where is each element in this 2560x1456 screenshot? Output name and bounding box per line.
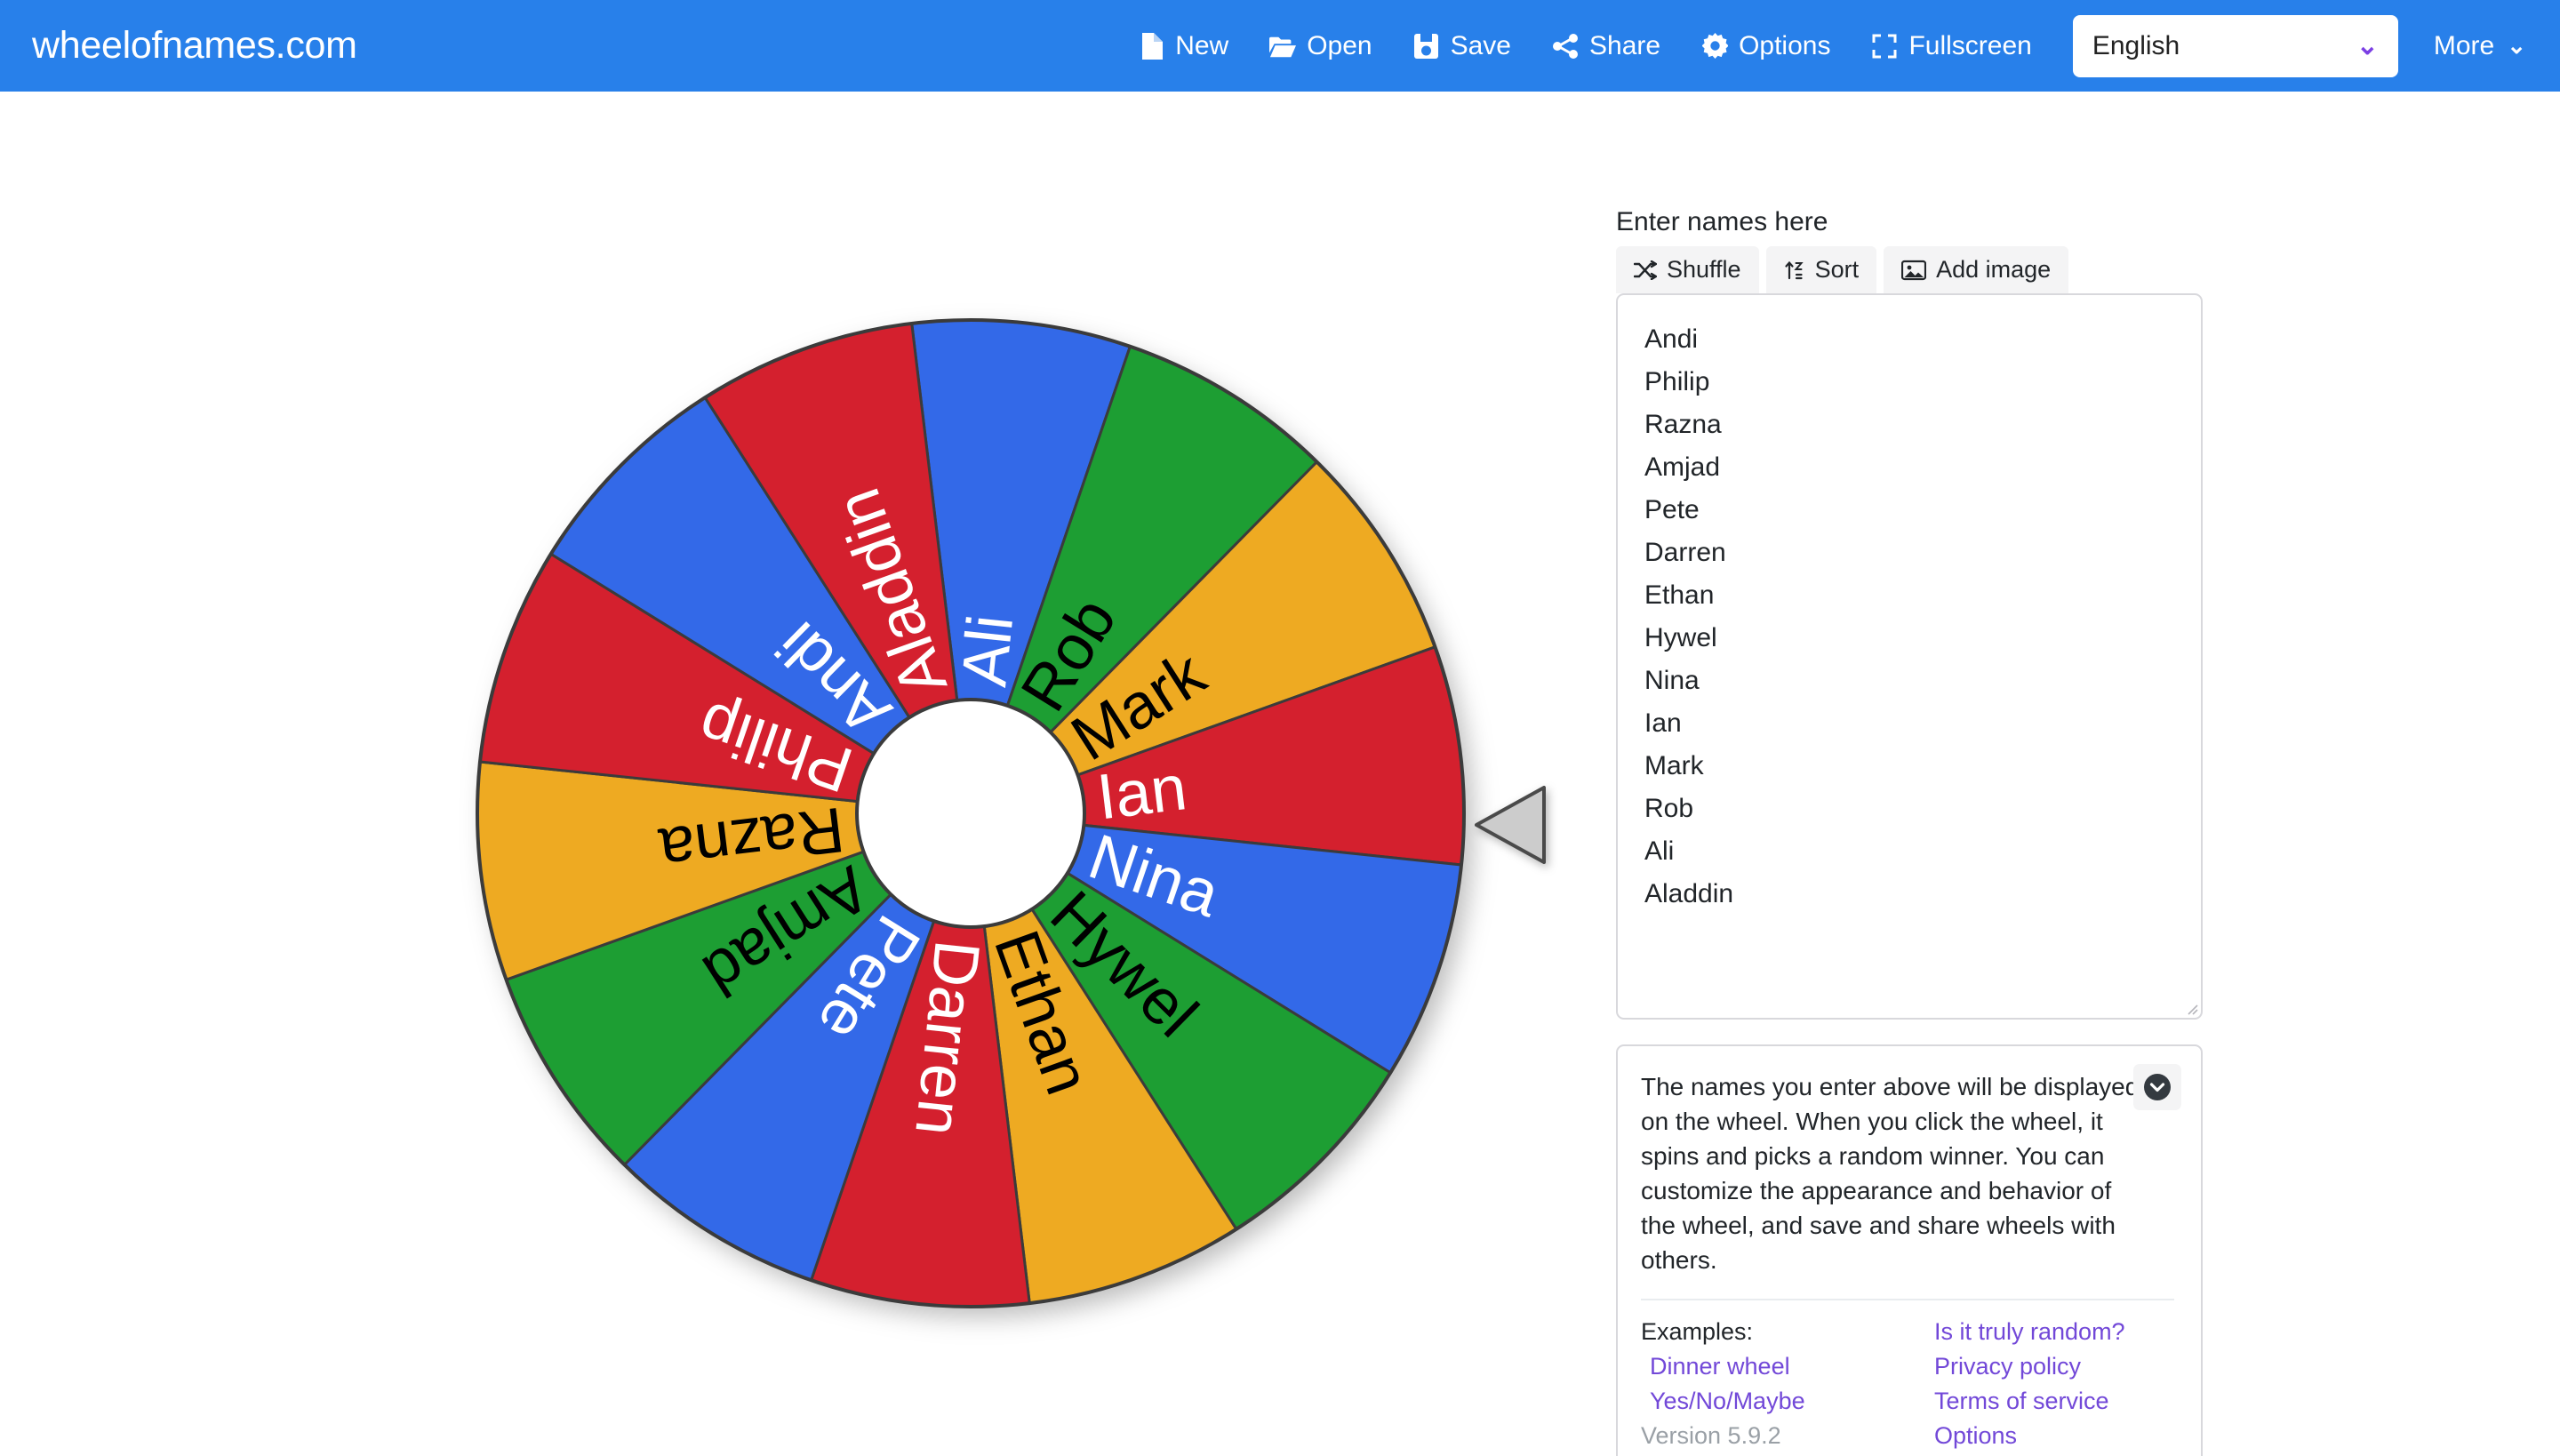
name-line: Mark xyxy=(1644,751,1704,780)
nav-new-label: New xyxy=(1175,30,1229,60)
expand-icon xyxy=(1871,33,1898,60)
name-line: Darren xyxy=(1644,538,1726,567)
image-icon xyxy=(1901,260,1927,281)
link-privacy-policy[interactable]: Privacy policy xyxy=(1934,1349,2174,1384)
name-line: Razna xyxy=(1644,410,1722,439)
shuffle-button[interactable]: Shuffle xyxy=(1616,246,1759,293)
info-links-right: Is it truly random? Privacy policy Terms… xyxy=(1934,1315,2174,1453)
nav-share[interactable]: Share xyxy=(1552,31,1660,61)
app-header: wheelofnames.com New Open Save Share Opt… xyxy=(0,0,2560,92)
name-line: Ali xyxy=(1644,836,1675,866)
name-line: Philip xyxy=(1644,367,1710,396)
add-image-button[interactable]: Add image xyxy=(1884,246,2069,293)
language-select[interactable]: English ⌄ xyxy=(2072,14,2398,77)
link-is-it-truly-random[interactable]: Is it truly random? xyxy=(1934,1315,2174,1349)
enter-names-label: Enter names here xyxy=(1616,207,1828,236)
folder-open-icon xyxy=(1269,33,1297,60)
names-panel: Enter names here Shuffle Sort Add image … xyxy=(1616,92,2560,1456)
name-line: Hywel xyxy=(1644,623,1717,652)
share-nodes-icon xyxy=(1552,33,1579,60)
info-divider xyxy=(1641,1299,2174,1300)
version-label: Version 5.9.2 xyxy=(1641,1422,1781,1449)
add-image-label: Add image xyxy=(1936,256,2052,283)
gear-icon xyxy=(1701,33,1728,60)
chevron-down-icon: ⌄ xyxy=(2356,30,2379,60)
sort-label: Sort xyxy=(1814,256,1860,283)
brand-title: wheelofnames.com xyxy=(32,24,357,67)
wheel-center-hub[interactable] xyxy=(855,698,1086,929)
names-input-textarea[interactable]: Andi Philip Razna Amjad Pete Darren Ethan Hywel… xyxy=(1616,293,2203,1020)
language-value: English xyxy=(2092,30,2180,60)
nav-options[interactable]: Options xyxy=(1701,31,1830,61)
info-panel: The names you enter above will be displa… xyxy=(1616,1044,2203,1456)
name-line: Amjad xyxy=(1644,452,1721,482)
name-line: Nina xyxy=(1644,666,1700,695)
info-description: The names you enter above will be displa… xyxy=(1641,1073,2140,1274)
nav-options-label: Options xyxy=(1739,30,1831,60)
file-icon xyxy=(1138,32,1164,60)
names-toolbar: Shuffle Sort Add image xyxy=(1616,246,2560,293)
nav-fullscreen[interactable]: Fullscreen xyxy=(1871,30,2032,61)
spin-wheel[interactable]: Ali Rob Mark Ian Nina Hywel Ethan Darren Pete Amj… xyxy=(424,267,1546,1373)
name-line: Aladdin xyxy=(1644,879,1734,908)
more-label: More xyxy=(2433,30,2495,60)
name-line: Andi xyxy=(1644,324,1699,354)
nav-fullscreen-label: Fullscreen xyxy=(1908,30,2032,60)
main-content: Ali Rob Mark Ian Nina Hywel Ethan Darren Pete Amj… xyxy=(0,92,2560,1456)
names-list: Andi Philip Razna Amjad Pete Darren Ethan Hywel… xyxy=(1644,318,2174,916)
name-line: Pete xyxy=(1644,495,1700,524)
link-terms-of-service[interactable]: Terms of service xyxy=(1934,1384,2174,1419)
name-line: Ethan xyxy=(1644,580,1715,610)
link-options[interactable]: Options xyxy=(1934,1419,2174,1453)
link-dinner-wheel[interactable]: Dinner wheel xyxy=(1641,1349,1934,1384)
wheel-segment-label: Ian xyxy=(1093,752,1190,833)
nav-save[interactable]: Save xyxy=(1413,31,1511,61)
chevron-down-circle-icon[interactable] xyxy=(2133,1064,2181,1110)
sort-alpha-icon xyxy=(1784,260,1805,281)
wheel-area: Ali Rob Mark Ian Nina Hywel Ethan Darren Pete Amj… xyxy=(0,92,1616,1456)
name-line: Rob xyxy=(1644,794,1694,823)
sort-button[interactable]: Sort xyxy=(1765,246,1877,293)
nav-open-label: Open xyxy=(1307,30,1372,60)
name-line: Ian xyxy=(1644,708,1682,738)
nav-save-label: Save xyxy=(1450,30,1511,60)
shuffle-icon xyxy=(1634,260,1657,280)
info-links: Examples: Dinner wheel Yes/No/Maybe Vers… xyxy=(1641,1315,2174,1453)
wheel-graphic[interactable]: AliRobMarkIanNinaHywelEthanDarrenPeteAmj… xyxy=(424,267,1531,1373)
nav-new[interactable]: New xyxy=(1138,31,1228,61)
info-links-left: Examples: Dinner wheel Yes/No/Maybe Vers… xyxy=(1641,1315,1934,1453)
more-menu-button[interactable]: More ⌄ xyxy=(2434,31,2526,61)
shuffle-label: Shuffle xyxy=(1667,256,1741,283)
textarea-resize-handle[interactable] xyxy=(2182,999,2198,1015)
nav-open[interactable]: Open xyxy=(1269,31,1372,61)
examples-label: Examples: xyxy=(1641,1318,1754,1345)
link-yes-no-maybe[interactable]: Yes/No/Maybe xyxy=(1641,1384,1934,1419)
floppy-disk-icon xyxy=(1413,33,1440,60)
nav-share-label: Share xyxy=(1589,30,1661,60)
chevron-down-icon: ⌄ xyxy=(2507,32,2526,59)
